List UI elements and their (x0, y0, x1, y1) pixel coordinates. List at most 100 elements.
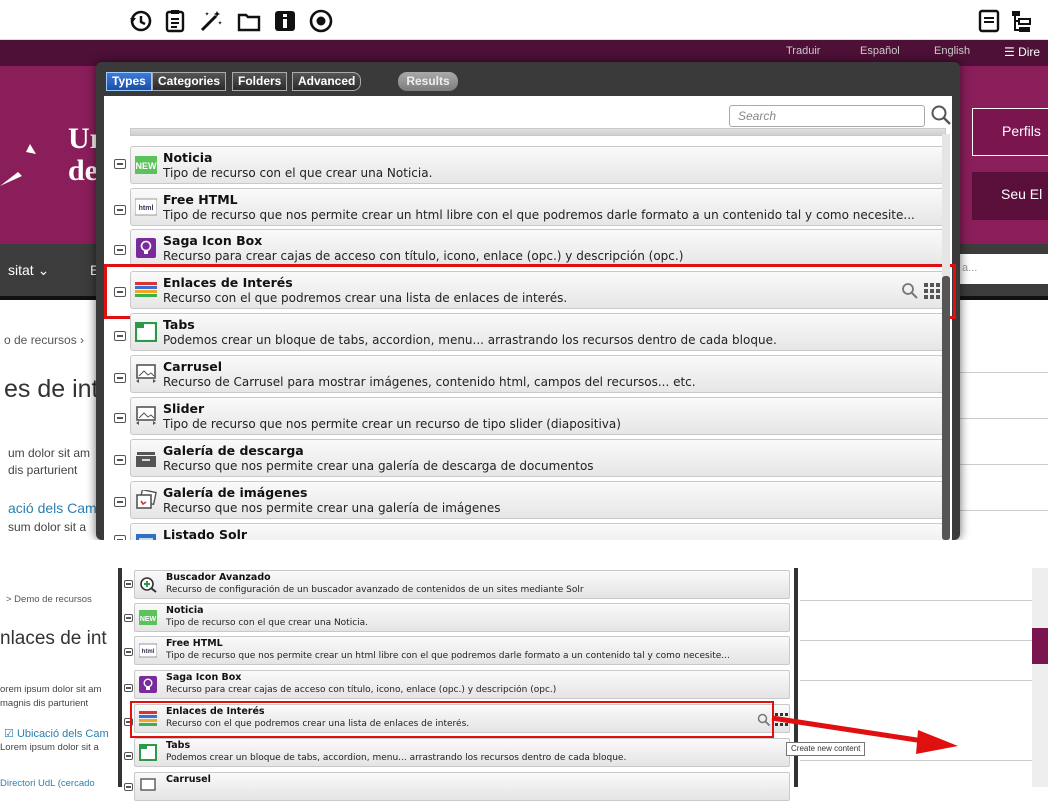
divider-line (960, 464, 1048, 465)
nav-item-label: sitat (8, 262, 34, 278)
search-icon[interactable] (930, 104, 952, 126)
list-item-buscador-avanzado[interactable]: Buscador Avanzado Recurso de configuraci… (134, 570, 790, 599)
drag-handle-icon[interactable] (124, 614, 133, 622)
drag-handle-icon[interactable] (124, 648, 133, 656)
divider-line (960, 510, 1048, 511)
drag-handle-icon[interactable] (114, 413, 126, 423)
bottom-location-link[interactable]: ☑ Ubicació dels Cam (4, 727, 109, 740)
tab-types[interactable]: Types (106, 72, 152, 91)
site-search-input[interactable]: a... (960, 254, 1048, 284)
list-item-galeria-descarga[interactable]: Galería de descarga Recurso que nos perm… (130, 439, 946, 477)
list-item-saga-icon-box[interactable]: Saga Icon Box Recurso para crear cajas d… (130, 229, 946, 267)
bottom-text-4[interactable]: Directori UdL (cercado (0, 778, 95, 789)
list-item-tabs[interactable]: Tabs Podemos crear un bloque de tabs, ac… (134, 738, 790, 767)
drag-handle-icon[interactable] (114, 159, 126, 169)
item-description: Recurso para crear cajas de acceso con t… (166, 685, 557, 695)
body-text-1: um dolor sit am (8, 446, 91, 460)
drag-handle-icon[interactable] (114, 245, 126, 255)
item-description: Recurso para crear cajas de acceso con t… (163, 249, 684, 263)
item-description: Tipo de recurso que nos permite crear un… (163, 208, 915, 222)
svg-text:NEW: NEW (140, 616, 157, 623)
drag-handle-icon[interactable] (114, 205, 126, 215)
lightbulb-icon (136, 238, 156, 258)
body-text-2: dis parturient (8, 463, 78, 477)
magic-wand-icon[interactable] (198, 8, 224, 34)
breadcrumb[interactable]: o de recursos › (4, 333, 84, 347)
item-title: Free HTML (166, 638, 223, 649)
drag-handle-icon[interactable] (124, 752, 133, 760)
tab-folders[interactable]: Folders (232, 72, 288, 91)
drag-handle-icon[interactable] (114, 497, 126, 507)
tab-categories[interactable]: Categories (152, 72, 227, 91)
divider-line (960, 372, 1048, 373)
tree-view-icon[interactable] (1008, 8, 1034, 34)
profiles-button[interactable]: Perfils (972, 108, 1048, 156)
brand-block (1032, 628, 1048, 664)
nav-item-university[interactable]: sitat ⌄ (8, 262, 49, 279)
list-view-icon[interactable] (976, 8, 1002, 34)
list-item-carrusel[interactable]: Carrusel Recurso de Carrusel para mostra… (130, 355, 946, 393)
svg-text:html: html (142, 649, 155, 655)
drag-handle-icon[interactable] (114, 373, 126, 383)
list-item-noticia[interactable]: NEW Noticia Tipo de recurso con el que c… (134, 603, 790, 632)
item-description: Recurso que nos permite crear una galerí… (163, 501, 501, 515)
list-item-galeria-imagenes[interactable]: Galería de imágenes Recurso que nos perm… (130, 481, 946, 519)
seu-button[interactable]: Seu El (972, 172, 1048, 220)
divider-line (800, 680, 1032, 681)
page-title: es de int (4, 375, 99, 403)
top-screenshot: Traduir Español English ☰ Dire Ur de Per… (0, 0, 1048, 540)
list-item-free-html[interactable]: html Free HTML Tipo de recurso que nos p… (130, 188, 946, 226)
list-item-slider[interactable]: Slider Tipo de recurso que nos permite c… (130, 397, 946, 435)
folder-icon[interactable] (236, 8, 262, 34)
scrollbar-thumb[interactable] (942, 276, 950, 540)
image-gallery-icon (136, 490, 157, 509)
drag-handle-icon[interactable] (124, 783, 133, 791)
top-link-spanish[interactable]: Español (860, 45, 900, 57)
search-input[interactable]: Search (729, 105, 925, 127)
clipboard-icon[interactable] (162, 8, 188, 34)
profiles-label: Perfils (1002, 123, 1041, 139)
location-link[interactable]: ació dels Cam (8, 500, 97, 516)
tab-advanced[interactable]: Advanced (292, 72, 362, 91)
divider-line (800, 600, 1032, 601)
news-icon: NEW (139, 610, 157, 625)
bottom-breadcrumb[interactable]: > Demo de recursos (6, 594, 92, 605)
drag-handle-icon[interactable] (124, 580, 133, 588)
info-icon[interactable] (272, 8, 298, 34)
list-item-tabs[interactable]: Tabs Podemos crear un bloque de tabs, ac… (130, 313, 946, 351)
list-item-free-html[interactable]: html Free HTML Tipo de recurso que nos p… (134, 636, 790, 665)
list-item-listado-solr[interactable]: Listado Solr (130, 523, 946, 540)
item-title: Tabs (166, 740, 191, 751)
logo-text-line2: de (68, 154, 98, 187)
target-icon[interactable] (308, 8, 334, 34)
item-title: Buscador Avanzado (166, 572, 271, 583)
drag-handle-icon[interactable] (114, 535, 126, 540)
item-title: Noticia (166, 605, 204, 616)
highlight-box (104, 264, 956, 319)
item-title: Saga Icon Box (163, 233, 263, 248)
bottom-page-title: nlaces de int (0, 628, 107, 649)
html-icon: html (139, 643, 157, 658)
item-title: Slider (163, 401, 205, 416)
highlight-box (130, 701, 774, 738)
list-icon (136, 534, 156, 540)
drag-handle-icon[interactable] (114, 455, 126, 465)
directory-label: Dire (1018, 45, 1041, 59)
body-text-3: sum dolor sit a (8, 520, 87, 534)
item-title: Galería de descarga (163, 443, 304, 458)
history-icon[interactable] (128, 8, 154, 34)
chevron-down-icon: ⌄ (37, 262, 50, 278)
top-link-translate[interactable]: Traduir (786, 45, 820, 57)
list-item-noticia[interactable]: NEW Noticia Tipo de recurso con el que c… (130, 146, 946, 184)
drag-handle-icon[interactable] (114, 331, 126, 341)
lightbulb-icon (139, 676, 157, 693)
drag-handle-icon[interactable] (124, 684, 133, 692)
results-button[interactable]: Results (398, 72, 458, 91)
list-item-saga-icon-box[interactable]: Saga Icon Box Recurso para crear cajas d… (134, 670, 790, 699)
item-title: Listado Solr (163, 527, 248, 540)
tabs-icon (139, 744, 157, 761)
top-link-english[interactable]: English (934, 45, 970, 57)
bottom-text-1: orem ipsum dolor sit am (0, 684, 102, 695)
item-title: Galería de imágenes (163, 485, 308, 500)
directory-link[interactable]: ☰ Dire (1004, 45, 1040, 59)
